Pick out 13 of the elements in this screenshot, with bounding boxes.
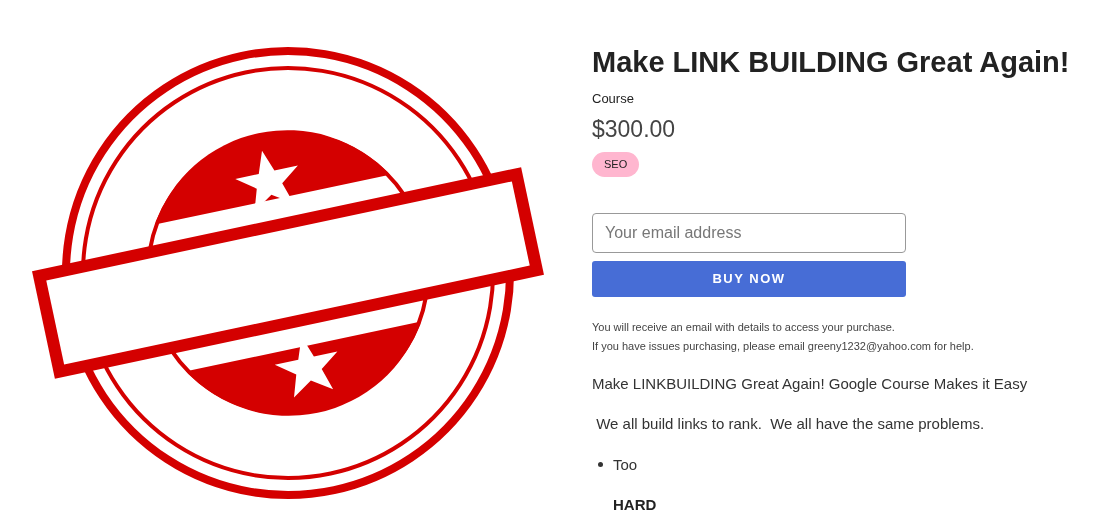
bullet-icon xyxy=(598,461,603,467)
purchase-note: If you have issues purchasing, please email greeny1232@yahoo.com for help. xyxy=(592,339,975,354)
product-title: Make LINK BUILDING Great Again! xyxy=(592,45,1071,80)
product-price: $300.00 xyxy=(592,114,677,144)
product-type: Course xyxy=(592,90,635,108)
description-paragraph: Make LINKBUILDING Great Again! Google Course Makes it Easy xyxy=(592,373,1029,394)
tag-chip: SEO xyxy=(592,152,640,177)
purchase-note: You will receive an email with details to access your purchase. xyxy=(592,319,896,335)
buy-now-button[interactable]: BUY NOW xyxy=(592,260,906,297)
email-field[interactable]: Your email address xyxy=(592,212,906,253)
list-item-text: Too xyxy=(613,454,639,475)
list-item-heading: HARD xyxy=(613,495,657,515)
description-paragraph: We all build links to rank. We all have the same problems. xyxy=(595,414,986,434)
